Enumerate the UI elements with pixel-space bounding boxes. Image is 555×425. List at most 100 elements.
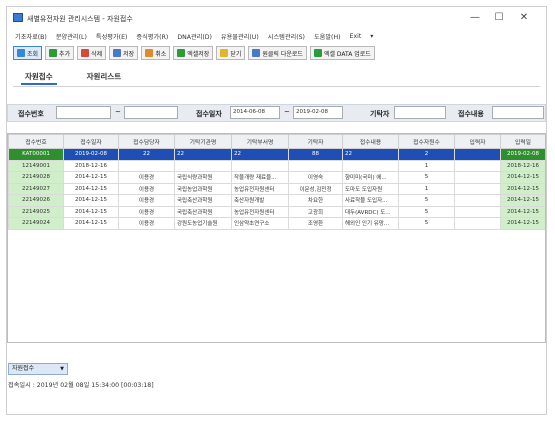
menu-characteristic-eval[interactable]: 특성평가(E) bbox=[96, 32, 128, 41]
table-cell[interactable]: 22149027 bbox=[8, 182, 64, 195]
menu-basic-data[interactable]: 기초자료(B) bbox=[15, 32, 47, 41]
table-cell[interactable]: 이문성,김민정 bbox=[288, 182, 343, 195]
col-header-donor-dept[interactable]: 기탁부서명 bbox=[231, 134, 289, 149]
table-cell[interactable]: 국립식량과학원 bbox=[174, 171, 232, 184]
table-cell[interactable]: 2018-12-16 bbox=[63, 159, 119, 172]
table-cell[interactable]: 농업유전자원센터 bbox=[231, 205, 289, 218]
table-cell[interactable] bbox=[454, 148, 501, 161]
table-cell[interactable]: 12149001 bbox=[8, 159, 64, 172]
table-cell[interactable]: 2014-12-15 bbox=[500, 182, 545, 195]
excel-upload-button[interactable]: 엑셀 DATA 업로드 bbox=[309, 46, 375, 60]
col-header-staff[interactable]: 접수담당자 bbox=[118, 134, 175, 149]
table-cell[interactable]: 2014-12-15 bbox=[500, 194, 545, 207]
table-cell[interactable]: 22 bbox=[118, 148, 175, 161]
save-button[interactable]: 저장 bbox=[109, 46, 139, 60]
table-row[interactable]: 22149025 2014-12-15 이용경 국립축산과학원 농업유전자원센터 고광희 대… bbox=[8, 205, 545, 218]
menu-system[interactable]: 시스템관리(S) bbox=[268, 32, 305, 41]
table-cell[interactable]: 88 bbox=[288, 148, 343, 161]
receipt-grid[interactable]: 접수번호 접수일자 접수담당자 기탁기관명 기탁부서명 기탁자 접수내용 접수자… bbox=[7, 133, 546, 343]
table-cell[interactable]: 2018-12-16 bbox=[500, 159, 545, 172]
one-click-download-button[interactable]: 원클릭 다운로드 bbox=[248, 46, 307, 60]
table-cell[interactable]: 대두(AVRDC) 도... bbox=[342, 205, 399, 218]
cancel-button[interactable]: 취소 bbox=[141, 46, 171, 60]
donor-input[interactable] bbox=[394, 106, 446, 119]
table-cell[interactable]: 이용경 bbox=[118, 194, 175, 207]
menu-overflow[interactable]: ▾ bbox=[370, 33, 373, 40]
col-header-receipt-date[interactable]: 접수일자 bbox=[63, 134, 119, 149]
menu-propagation-eval[interactable]: 증식평가(R) bbox=[136, 32, 168, 41]
receipt-no-to-input[interactable] bbox=[124, 106, 178, 119]
col-header-input-user[interactable]: 입력자 bbox=[454, 134, 501, 149]
table-cell[interactable]: 이용경 bbox=[118, 205, 175, 218]
table-cell[interactable]: 1 bbox=[398, 159, 455, 172]
table-row[interactable]: KAT00001 2019-02-08 22 22 22 88 22 2 2019-02-08 bbox=[8, 148, 545, 161]
table-cell[interactable]: 5 bbox=[398, 205, 455, 218]
table-cell[interactable]: 22149026 bbox=[8, 194, 64, 207]
table-cell[interactable]: 국립축산과학원 bbox=[174, 194, 232, 207]
table-cell[interactable]: 2014-12-15 bbox=[63, 217, 119, 230]
table-cell[interactable]: 이용경 bbox=[118, 217, 175, 230]
col-header-input-date[interactable]: 입력일 bbox=[500, 134, 545, 149]
table-cell[interactable]: 2019-02-08 bbox=[500, 148, 545, 161]
table-cell[interactable]: 5 bbox=[398, 171, 455, 184]
table-cell[interactable]: 해외인 인기 유망... bbox=[342, 217, 399, 230]
table-cell[interactable]: 22149024 bbox=[8, 217, 64, 230]
table-cell[interactable]: 축산자원개발 bbox=[231, 194, 289, 207]
table-cell[interactable]: 22 bbox=[174, 148, 232, 161]
table-cell[interactable]: 22149028 bbox=[8, 171, 64, 184]
table-cell[interactable]: 향미미(국미) 에... bbox=[342, 171, 399, 184]
table-cell[interactable]: 2014-12-15 bbox=[500, 217, 545, 230]
table-cell[interactable]: 2014-12-15 bbox=[63, 194, 119, 207]
table-cell[interactable]: 작물개량 재료을... bbox=[231, 171, 289, 184]
col-header-resource-count[interactable]: 접수자원수 bbox=[398, 134, 455, 149]
table-cell[interactable] bbox=[454, 159, 501, 172]
status-select[interactable]: 자원접수 ▼ bbox=[8, 363, 68, 375]
table-row[interactable]: 22149027 2014-12-15 이용경 국립농업과학원 농업유전자원센터 이문성,… bbox=[8, 182, 545, 195]
table-cell[interactable]: 도마도 도입자원 bbox=[342, 182, 399, 195]
table-row[interactable]: 22149024 2014-12-15 이용경 강원도농업기술원 인삼약초연구소 조영환 해… bbox=[8, 217, 545, 230]
table-cell[interactable]: 2014-12-15 bbox=[500, 171, 545, 184]
menu-useful-material[interactable]: 유용물관리(U) bbox=[221, 32, 259, 41]
table-cell[interactable]: 국립축산과학원 bbox=[174, 205, 232, 218]
table-cell[interactable]: KAT00001 bbox=[8, 148, 64, 161]
receipt-no-from-input[interactable] bbox=[56, 106, 111, 119]
table-cell[interactable] bbox=[454, 194, 501, 207]
table-cell[interactable]: 이용경 bbox=[118, 171, 175, 184]
table-cell[interactable]: 이영숙 bbox=[288, 171, 343, 184]
table-cell[interactable]: 이용경 bbox=[118, 182, 175, 195]
table-cell[interactable] bbox=[342, 159, 399, 172]
table-cell[interactable] bbox=[118, 159, 175, 172]
maximize-button[interactable]: ☐ bbox=[491, 11, 507, 25]
date-to-input[interactable]: 2019-02-08 bbox=[293, 106, 343, 119]
delete-button[interactable]: 삭제 bbox=[77, 46, 107, 60]
excel-save-button[interactable]: 엑셀저장 bbox=[173, 46, 214, 60]
table-row[interactable]: 12149001 2018-12-16 1 2018-12-16 bbox=[8, 159, 545, 172]
table-cell[interactable]: 고광희 bbox=[288, 205, 343, 218]
col-header-donor-org[interactable]: 기탁기관명 bbox=[174, 134, 232, 149]
table-cell[interactable] bbox=[454, 182, 501, 195]
date-from-input[interactable]: 2014-06-08 bbox=[230, 106, 280, 119]
table-cell[interactable] bbox=[288, 159, 343, 172]
table-cell[interactable]: 인삼약초연구소 bbox=[231, 217, 289, 230]
table-cell[interactable] bbox=[454, 171, 501, 184]
table-cell[interactable] bbox=[231, 159, 289, 172]
table-cell[interactable]: 22149025 bbox=[8, 205, 64, 218]
table-cell[interactable]: 조영환 bbox=[288, 217, 343, 230]
table-cell[interactable]: 1 bbox=[398, 182, 455, 195]
table-cell[interactable]: 5 bbox=[398, 194, 455, 207]
search-button[interactable]: 조회 bbox=[13, 46, 43, 60]
table-cell[interactable]: 강원도농업기술원 bbox=[174, 217, 232, 230]
table-cell[interactable] bbox=[174, 159, 232, 172]
add-button[interactable]: 추가 bbox=[45, 46, 75, 60]
table-cell[interactable] bbox=[454, 205, 501, 218]
menu-distribution[interactable]: 분양관리(L) bbox=[56, 32, 87, 41]
close-button[interactable]: ✕ bbox=[516, 11, 532, 25]
col-header-receipt-no[interactable]: 접수번호 bbox=[8, 134, 64, 149]
menu-exit[interactable]: Exit bbox=[350, 33, 362, 40]
table-cell[interactable]: 차요한 bbox=[288, 194, 343, 207]
menu-dna[interactable]: DNA관리(D) bbox=[177, 32, 212, 41]
table-cell[interactable]: 2 bbox=[398, 148, 455, 161]
table-cell[interactable]: 2014-12-15 bbox=[63, 171, 119, 184]
table-cell[interactable]: 2014-12-15 bbox=[63, 182, 119, 195]
minimize-button[interactable]: — bbox=[467, 11, 483, 25]
